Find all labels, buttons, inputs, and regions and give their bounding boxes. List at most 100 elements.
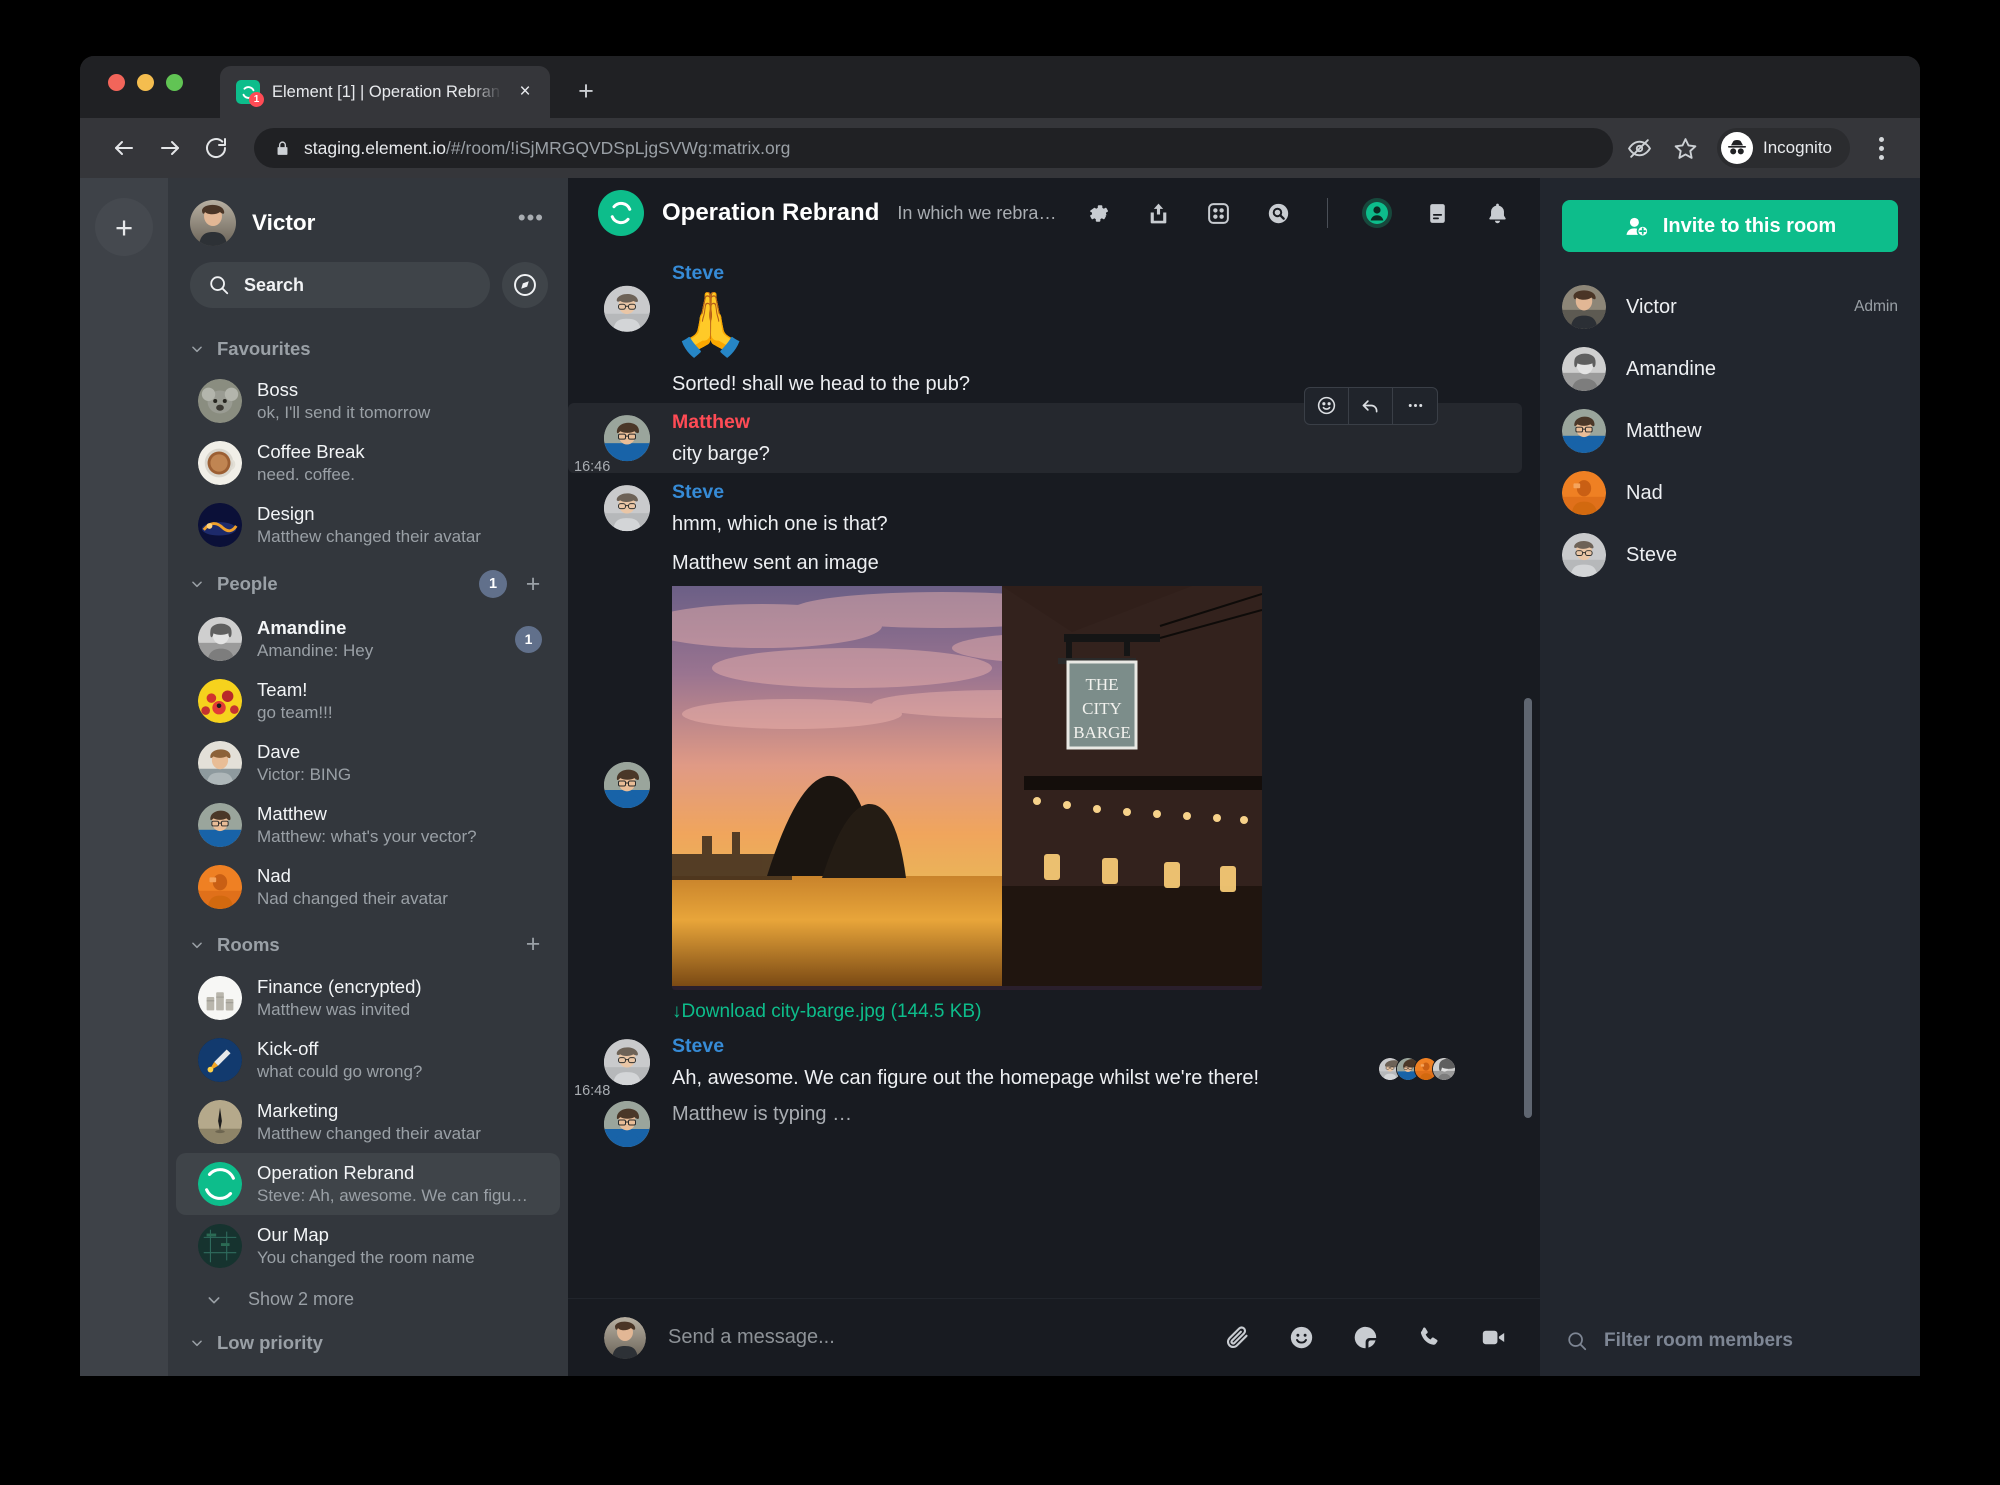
show-more-rooms-button[interactable]: Show 2 more (168, 1277, 568, 1318)
message-event[interactable]: 16:46 Matthew city barge? (568, 386, 1522, 475)
apps-widgets-icon[interactable] (1197, 192, 1239, 234)
notifications-bell-icon[interactable] (1476, 192, 1518, 234)
avatar[interactable] (604, 407, 650, 469)
message-timeline[interactable]: Steve 🙏 Sorted! shall we head to the pub? 1… (568, 248, 1540, 1298)
hide-eye-icon[interactable] (1619, 128, 1659, 168)
room-tile[interactable]: Dave Victor: BING (176, 732, 560, 794)
incognito-profile-button[interactable]: Incognito (1717, 128, 1850, 168)
add-room-icon[interactable]: + (520, 571, 546, 597)
member-row[interactable]: Amandine (1562, 338, 1898, 400)
avatar (1562, 285, 1606, 329)
invite-to-room-button[interactable]: Invite to this room (1562, 200, 1898, 252)
room-tile[interactable]: Operation Rebrand Steve: Ah, awesome. We … (176, 1153, 560, 1215)
sublist-header-favourites[interactable]: Favourites (168, 324, 568, 370)
room-list[interactable]: Favourites Boss ok, I'll send it tomorrow C… (168, 324, 568, 1376)
user-options-icon[interactable]: ••• (514, 205, 548, 241)
emoji-icon[interactable] (1280, 1317, 1322, 1359)
bookmark-star-icon[interactable] (1665, 128, 1705, 168)
omnibox[interactable]: staging.element.io/#/room/!iSjMRGQVDSpLj… (254, 128, 1613, 168)
sublist-header-rooms[interactable]: Rooms + (168, 918, 568, 967)
room-avatar[interactable] (598, 190, 644, 236)
room-tile[interactable]: Boss ok, I'll send it tomorrow (176, 370, 560, 432)
member-row[interactable]: Nad (1562, 462, 1898, 524)
page-title[interactable]: Operation Rebrand (662, 199, 879, 227)
sublist-header-people[interactable]: People 1 + (168, 556, 568, 608)
message-event[interactable]: Steve 🙏 (568, 254, 1540, 364)
add-room-icon[interactable]: + (520, 932, 546, 957)
avatar[interactable] (604, 1101, 650, 1148)
forward-arrow-icon[interactable] (150, 128, 190, 168)
avatar[interactable] (604, 1031, 650, 1093)
member-row[interactable]: Steve (1562, 524, 1898, 586)
sublist-header-low-priority[interactable]: Low priority (168, 1318, 568, 1364)
share-room-icon[interactable] (1137, 192, 1179, 234)
create-space-button[interactable]: + (95, 198, 153, 256)
chevron-down-icon[interactable] (190, 1336, 204, 1350)
avatar[interactable] (190, 200, 236, 246)
close-icon[interactable]: × (514, 81, 536, 103)
message-sender[interactable]: Steve (672, 260, 1470, 286)
video-call-icon[interactable] (1472, 1317, 1514, 1359)
sticker-icon[interactable] (1344, 1317, 1386, 1359)
maximize-window-button[interactable] (166, 74, 183, 91)
room-tile[interactable]: Kick-off what could go wrong? (176, 1029, 560, 1091)
search-placeholder: Search (244, 274, 305, 295)
message-event[interactable]: Steve hmm, which one is that? (568, 473, 1540, 543)
room-tile[interactable]: Design Matthew changed their avatar (176, 494, 560, 556)
image-attachment[interactable]: THE CITY BARGE (642, 586, 1470, 991)
settings-gear-icon[interactable] (1077, 192, 1119, 234)
avatar[interactable] (604, 477, 650, 539)
back-arrow-icon[interactable] (104, 128, 144, 168)
message-event[interactable]: 16:48 Steve Ah, awesome. We can figure out… (568, 1027, 1540, 1099)
user-menu-row[interactable]: Victor ••• (168, 178, 568, 256)
reply-icon[interactable] (1349, 387, 1393, 424)
more-options-icon[interactable] (1393, 388, 1437, 424)
message-event[interactable]: Matthew sent an image ↓Download city-bar… (568, 543, 1540, 1027)
room-tile[interactable]: Team! go team!!! (176, 670, 560, 732)
member-list[interactable]: Victor Admin Amandine Matthew Nad Steve (1540, 276, 1920, 1306)
room-avatar (198, 379, 242, 423)
composer-input[interactable]: Send a message... (668, 1326, 1194, 1349)
browser-menu-icon[interactable] (1864, 128, 1898, 168)
room-name: Amandine (257, 617, 347, 639)
chevron-down-icon[interactable] (190, 938, 204, 952)
room-members-icon[interactable] (1356, 192, 1398, 234)
room-name: Operation Rebrand (257, 1162, 415, 1184)
message-sender[interactable]: Steve (672, 479, 1470, 505)
close-window-button[interactable] (108, 74, 125, 91)
avatar[interactable] (604, 258, 650, 360)
chevron-down-icon[interactable] (190, 342, 204, 356)
room-tile[interactable]: Matthew Matthew: what's your vector? (176, 794, 560, 856)
search-room-icon[interactable] (1257, 192, 1299, 234)
room-notes-icon[interactable] (1416, 192, 1458, 234)
message-event[interactable]: Matthew is typing … (568, 1097, 1540, 1151)
member-row[interactable]: Matthew (1562, 400, 1898, 462)
voice-call-icon[interactable] (1408, 1317, 1450, 1359)
image-city-barge[interactable]: THE CITY BARGE (642, 586, 1263, 991)
room-tile[interactable]: Our Map You changed the room name (176, 1215, 560, 1277)
room-tile[interactable]: Marketing Matthew changed their avatar (176, 1091, 560, 1153)
message-sender[interactable]: Steve (672, 1033, 1470, 1059)
room-tile[interactable]: Finance (encrypted) Matthew was invited (176, 967, 560, 1029)
download-link[interactable]: ↓Download city-barge.jpg (144.5 KB) (672, 1001, 981, 1023)
explore-rooms-icon[interactable] (502, 262, 548, 308)
room-tile[interactable]: Nad Nad changed their avatar (176, 856, 560, 918)
browser-tab[interactable]: 1 Element [1] | Operation Rebran × (220, 66, 550, 118)
new-tab-button[interactable]: + (570, 75, 602, 107)
room-topic[interactable]: In which we rebrand Riot to Element (897, 203, 1059, 224)
timeline-scrollbar[interactable] (1524, 698, 1532, 1118)
read-receipts[interactable] (1378, 1057, 1456, 1082)
chevron-down-icon[interactable] (190, 577, 204, 591)
member-filter-input[interactable]: Filter room members (1540, 1306, 1920, 1376)
room-tile[interactable]: Amandine Amandine: Hey 1 (176, 608, 560, 670)
reload-icon[interactable] (196, 128, 236, 168)
minimize-window-button[interactable] (137, 74, 154, 91)
attachment-icon[interactable] (1216, 1317, 1258, 1359)
member-row[interactable]: Victor Admin (1562, 276, 1898, 338)
message-action-bar[interactable] (1304, 386, 1438, 425)
room-tile[interactable]: Coffee Break need. coffee. (176, 432, 560, 494)
react-emoji-icon[interactable] (1305, 387, 1349, 424)
search-input[interactable]: Search (190, 262, 490, 308)
room-preview: Matthew was invited (257, 999, 411, 1019)
avatar[interactable] (604, 547, 650, 1023)
